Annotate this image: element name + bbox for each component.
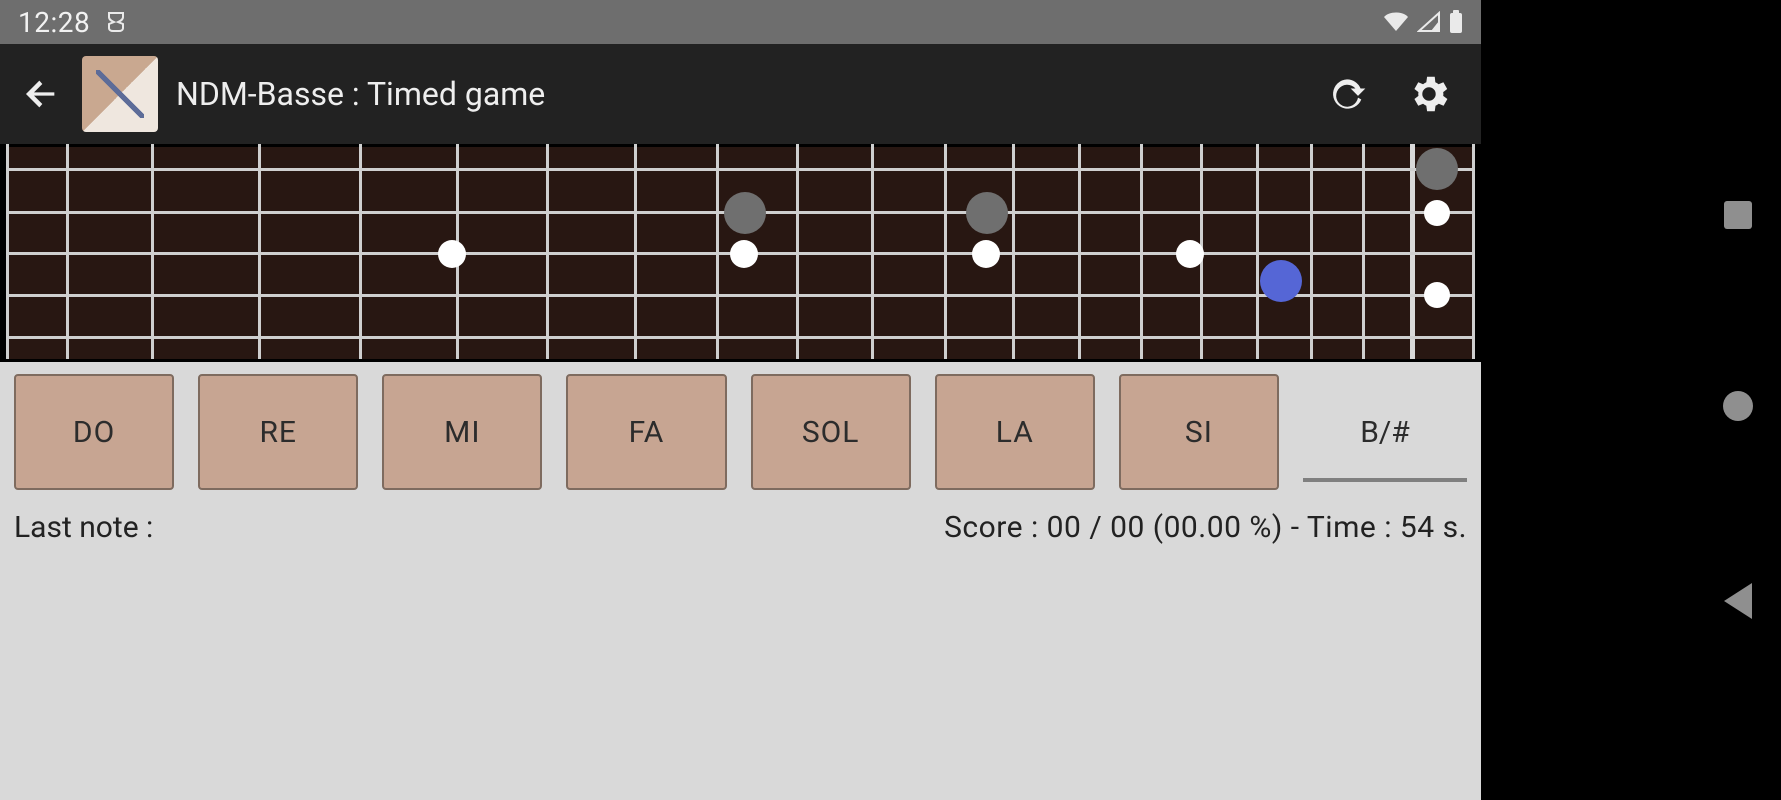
- app-bar-actions: [1323, 70, 1453, 118]
- note-button-mi[interactable]: MI: [382, 374, 542, 490]
- note-button-fa[interactable]: FA: [566, 374, 726, 490]
- wifi-icon: [1383, 11, 1409, 33]
- signal-icon: [1417, 11, 1441, 33]
- note-marker[interactable]: [724, 192, 766, 234]
- note-button-do[interactable]: DO: [14, 374, 174, 490]
- status-bar: 12:28: [0, 0, 1481, 44]
- fretboard[interactable]: [6, 144, 1475, 362]
- nav-home-icon[interactable]: [1723, 391, 1753, 421]
- last-note-label: Last note :: [14, 510, 153, 800]
- nav-back-icon[interactable]: [1724, 583, 1752, 619]
- arrow-left-icon: [21, 74, 61, 114]
- note-button-re[interactable]: RE: [198, 374, 358, 490]
- battery-icon: [1449, 10, 1463, 34]
- note-marker[interactable]: [1416, 148, 1458, 190]
- app-logo-icon: [82, 56, 158, 132]
- note-button-si[interactable]: SI: [1119, 374, 1279, 490]
- current-note-marker[interactable]: [1260, 260, 1302, 302]
- app-screen: 12:28 NDM-Basse : Timed: [0, 0, 1481, 800]
- fret-marker-icon: [438, 240, 466, 268]
- status-row: Last note : Score : 00 / 00 (00.00 %) - …: [0, 498, 1481, 800]
- status-right: [1383, 10, 1463, 34]
- note-button-sol[interactable]: SOL: [751, 374, 911, 490]
- note-marker[interactable]: [966, 192, 1008, 234]
- note-button-la[interactable]: LA: [935, 374, 1095, 490]
- app-bar: NDM-Basse : Timed game: [0, 44, 1481, 144]
- settings-button[interactable]: [1405, 70, 1453, 118]
- answers-row: DO RE MI FA SOL LA SI B/#: [0, 362, 1481, 498]
- fret-marker-icon: [1424, 282, 1450, 308]
- back-button[interactable]: [18, 71, 64, 117]
- status-left: 12:28: [18, 6, 128, 39]
- status-app-icon: [104, 10, 128, 34]
- fret-marker-icon: [1176, 240, 1204, 268]
- refresh-button[interactable]: [1323, 70, 1371, 118]
- score-time-label: Score : 00 / 00 (00.00 %) - Time : 54 s.: [944, 510, 1467, 800]
- fret-marker-icon: [730, 240, 758, 268]
- gear-icon: [1406, 71, 1452, 117]
- accidental-toggle[interactable]: B/#: [1303, 386, 1467, 482]
- status-time: 12:28: [18, 6, 90, 39]
- nav-recent-icon[interactable]: [1724, 201, 1752, 229]
- fretboard-area: [0, 144, 1481, 362]
- fret-marker-icon: [972, 240, 1000, 268]
- system-nav-bar: [1695, 0, 1781, 800]
- fret-marker-icon: [1424, 200, 1450, 226]
- page-title: NDM-Basse : Timed game: [176, 75, 1305, 113]
- refresh-icon: [1325, 72, 1369, 116]
